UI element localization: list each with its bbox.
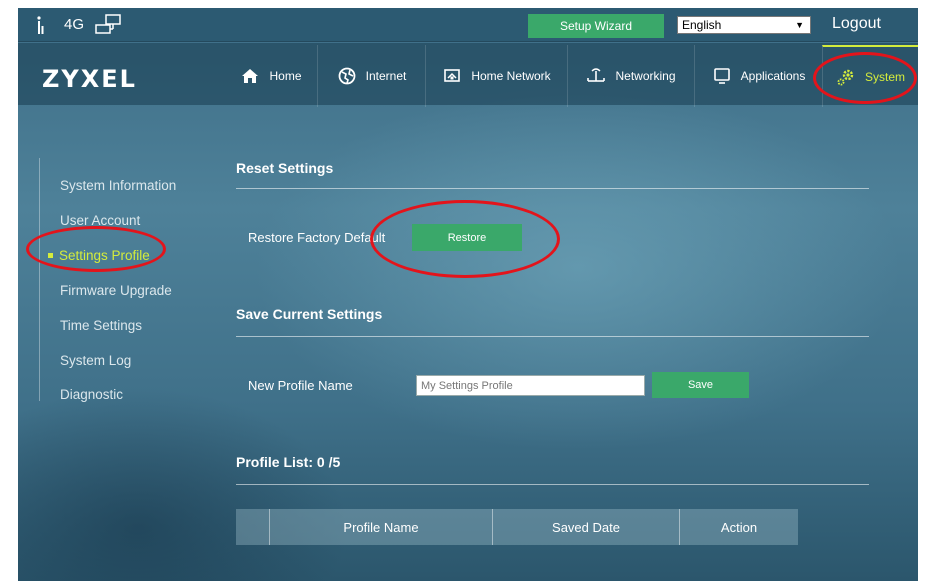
save-current-settings-title: Save Current Settings <box>236 306 383 322</box>
dropdown-arrow-icon: ▼ <box>795 20 804 30</box>
nav-item-home-network[interactable]: Home Network <box>425 45 567 107</box>
sidebar-menu: System Information User Account Settings… <box>39 158 199 402</box>
lan-status-icon <box>95 14 121 34</box>
logout-link[interactable]: Logout <box>832 15 881 33</box>
signal-icon <box>37 16 44 34</box>
language-select[interactable]: English ▼ <box>677 16 811 34</box>
nav-label-home: Home <box>269 69 302 83</box>
sidebar-item-settings-profile[interactable]: Settings Profile <box>48 248 150 263</box>
sidebar-item-diagnostic[interactable]: Diagnostic <box>60 387 123 402</box>
restore-button[interactable]: Restore <box>412 224 522 251</box>
nav-item-applications[interactable]: Applications <box>694 45 822 107</box>
section-divider <box>236 188 869 189</box>
column-header-saved-date: Saved Date <box>493 509 680 545</box>
sidebar-item-user-account[interactable]: User Account <box>60 213 140 228</box>
nav-label-home-network: Home Network <box>471 69 551 83</box>
restore-factory-default-label: Restore Factory Default <box>248 230 386 245</box>
sidebar-item-label: Settings Profile <box>59 248 150 263</box>
nav-item-networking[interactable]: Networking <box>567 45 694 107</box>
status-bar: 4G Setup Wizard English ▼ Logout <box>18 8 918 42</box>
nav-item-home[interactable]: Home <box>225 45 317 107</box>
new-profile-name-label: New Profile Name <box>248 378 353 393</box>
setup-wizard-button[interactable]: Setup Wizard <box>528 14 664 38</box>
profile-name-input[interactable] <box>416 375 645 396</box>
zyxel-logo: ZYXEL <box>42 65 137 93</box>
router-admin-page: 4G Setup Wizard English ▼ Logout ZYXEL H… <box>18 8 918 581</box>
section-divider <box>236 484 869 485</box>
profile-table-header: Profile Name Saved Date Action <box>236 509 798 545</box>
profile-list-title: Profile List: 0 /5 <box>236 454 341 470</box>
nav-label-system: System <box>864 70 905 84</box>
screen-icon <box>713 68 730 84</box>
globe-icon <box>338 67 356 85</box>
save-button[interactable]: Save <box>652 372 749 398</box>
active-bullet-icon <box>48 252 53 258</box>
column-header-select <box>236 509 270 545</box>
nav-item-internet[interactable]: Internet <box>317 45 425 107</box>
gear-icon <box>837 69 854 86</box>
sidebar-item-system-information[interactable]: System Information <box>60 178 176 193</box>
language-selected-value: English <box>682 18 722 32</box>
antenna-icon <box>587 68 606 82</box>
nav-label-applications: Applications <box>740 69 806 83</box>
nav-label-networking: Networking <box>615 69 676 83</box>
home-icon <box>242 69 259 83</box>
monitor-icon <box>444 69 461 82</box>
column-header-profile-name: Profile Name <box>270 509 493 545</box>
reset-settings-title: Reset Settings <box>236 160 334 176</box>
nav-item-system[interactable]: System <box>822 45 918 107</box>
sidebar-item-firmware-upgrade[interactable]: Firmware Upgrade <box>60 283 172 298</box>
sidebar-item-time-settings[interactable]: Time Settings <box>60 318 142 333</box>
nav-label-internet: Internet <box>365 69 407 83</box>
column-header-action: Action <box>720 519 758 535</box>
section-divider <box>236 336 869 337</box>
main-nav: ZYXEL Home Internet Home Network Network… <box>18 43 918 107</box>
sidebar-item-system-log[interactable]: System Log <box>60 353 131 368</box>
network-type-indicator: 4G <box>64 16 85 33</box>
